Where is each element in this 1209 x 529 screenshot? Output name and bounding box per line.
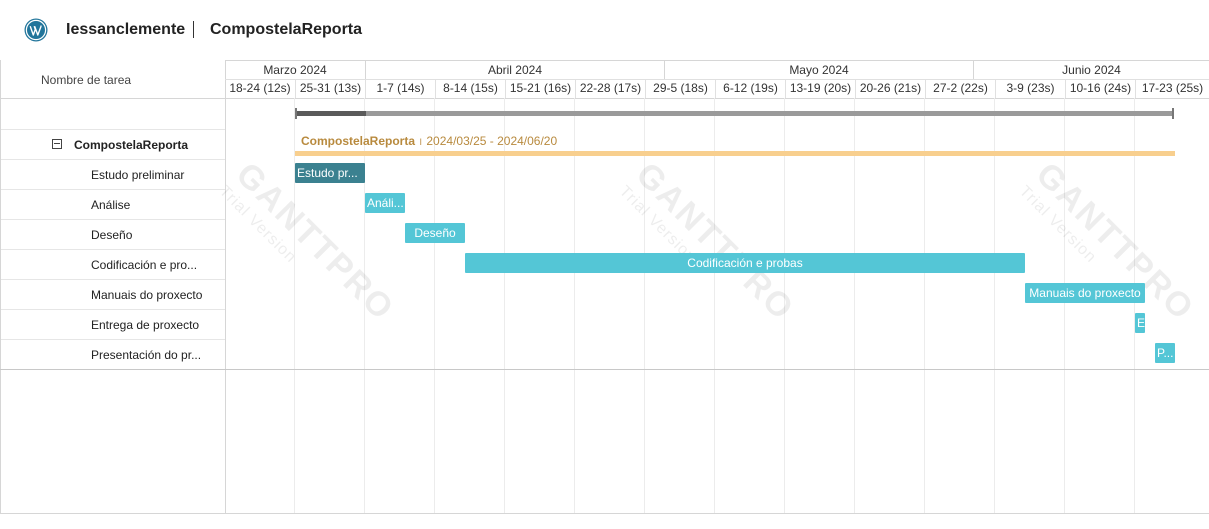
task-name: Presentación do pr... xyxy=(91,348,202,362)
task-name: Entrega de proxecto xyxy=(91,318,200,332)
month-label: Mayo 2024 xyxy=(664,61,973,79)
week-label: 22-28 (17s) xyxy=(575,79,645,98)
progress-end-cap xyxy=(1172,108,1174,119)
task-bar[interactable]: Análi... xyxy=(365,193,405,213)
week-label: 17-23 (25s) xyxy=(1135,79,1209,98)
week-label: 1-7 (14s) xyxy=(365,79,435,98)
week-label: 6-12 (19s) xyxy=(715,79,785,98)
grid-line xyxy=(364,98,365,513)
timeline-area: Marzo 2024 Abril 2024 Mayo 2024 Junio 20… xyxy=(216,60,1209,513)
task-name-column-header[interactable]: Nombre de tarea xyxy=(1,60,225,99)
task-row[interactable]: Manuais do proxecto xyxy=(1,279,225,310)
progress-start-cap xyxy=(295,108,297,119)
task-list-panel: Nombre de tarea CompostelaReporta Estudo… xyxy=(0,60,226,513)
task-name: Análise xyxy=(91,198,131,212)
month-header: Marzo 2024 Abril 2024 Mayo 2024 Junio 20… xyxy=(225,61,1209,80)
project-bar[interactable] xyxy=(295,151,1175,156)
organization-name[interactable]: Iessanclemente xyxy=(66,21,185,39)
grid-line xyxy=(434,98,435,513)
empty-row xyxy=(1,99,225,130)
task-bar[interactable]: E xyxy=(1135,313,1145,333)
task-row[interactable]: Presentación do pr... xyxy=(1,339,225,370)
collapse-icon[interactable] xyxy=(52,139,62,149)
week-label: 20-26 (21s) xyxy=(855,79,925,98)
task-bar[interactable]: Codificación e probas xyxy=(465,253,1025,273)
project-progress-fill xyxy=(296,111,366,116)
grid-line xyxy=(1134,98,1135,513)
project-title[interactable]: CompostelaReporta xyxy=(210,21,362,39)
task-name: Estudo preliminar xyxy=(91,168,185,182)
week-header: 18-24 (12s) 25-31 (13s) 1-7 (14s) 8-14 (… xyxy=(225,79,1209,99)
grid-line xyxy=(504,98,505,513)
project-progress-track xyxy=(296,111,1174,116)
project-bar-dates: 2024/03/25 - 2024/06/20 xyxy=(426,134,558,148)
grid-line xyxy=(1064,98,1065,513)
month-label: Abril 2024 xyxy=(365,61,664,79)
project-bar-label: CompostelaReporta ı 2024/03/25 - 2024/06/2… xyxy=(301,134,558,148)
grid-line xyxy=(994,98,995,513)
project-row[interactable]: CompostelaReporta xyxy=(1,129,225,160)
task-bar[interactable]: Manuais do proxecto xyxy=(1025,283,1145,303)
week-label: 29-5 (18s) xyxy=(645,79,715,98)
week-label: 3-9 (23s) xyxy=(995,79,1065,98)
task-name: Codificación e pro... xyxy=(91,258,198,272)
task-name: Deseño xyxy=(91,228,133,242)
week-label: 25-31 (13s) xyxy=(295,79,365,98)
week-label: 18-24 (12s) xyxy=(229,81,291,95)
task-row[interactable]: Entrega de proxecto xyxy=(1,309,225,340)
month-label: Marzo 2024 xyxy=(263,63,327,77)
week-label: 15-21 (16s) xyxy=(505,79,575,98)
task-row[interactable]: Codificación e pro... xyxy=(1,249,225,280)
week-label: 13-19 (20s) xyxy=(785,79,855,98)
gantt-bottom-border xyxy=(0,513,1209,514)
week-label: 10-16 (24s) xyxy=(1065,79,1135,98)
month-label: Junio 2024 xyxy=(973,61,1209,79)
task-bar[interactable]: Deseño xyxy=(405,223,465,243)
wordpress-icon[interactable] xyxy=(24,18,48,42)
week-label: 27-2 (22s) xyxy=(925,79,995,98)
watermark: GANTTPRO Trial Version xyxy=(215,155,402,329)
grid-line xyxy=(294,98,295,513)
gantt-chart: Nombre de tarea CompostelaReporta Estudo… xyxy=(0,60,1209,529)
watermark: GANTTPRO Trial Version xyxy=(1015,155,1202,329)
task-bar[interactable]: Estudo pr... xyxy=(295,163,365,183)
grid-line xyxy=(784,98,785,513)
task-name: Manuais do proxecto xyxy=(91,288,203,302)
grid-line xyxy=(854,98,855,513)
header-separator xyxy=(193,21,194,38)
task-row[interactable]: Análise xyxy=(1,189,225,220)
grid-line xyxy=(644,98,645,513)
week-label: 8-14 (15s) xyxy=(435,79,505,98)
grid-line xyxy=(714,98,715,513)
task-row[interactable]: Deseño xyxy=(1,219,225,250)
top-bar: Iessanclemente CompostelaReporta xyxy=(0,0,1209,60)
task-area-divider xyxy=(0,369,1209,370)
project-row-label: CompostelaReporta xyxy=(74,138,189,152)
task-name-column-label: Nombre de tarea xyxy=(41,73,132,87)
project-bar-name: CompostelaReporta xyxy=(301,134,416,148)
task-bar[interactable]: P... xyxy=(1155,343,1175,363)
grid-line xyxy=(574,98,575,513)
grid-line xyxy=(924,98,925,513)
task-row[interactable]: Estudo preliminar xyxy=(1,159,225,190)
